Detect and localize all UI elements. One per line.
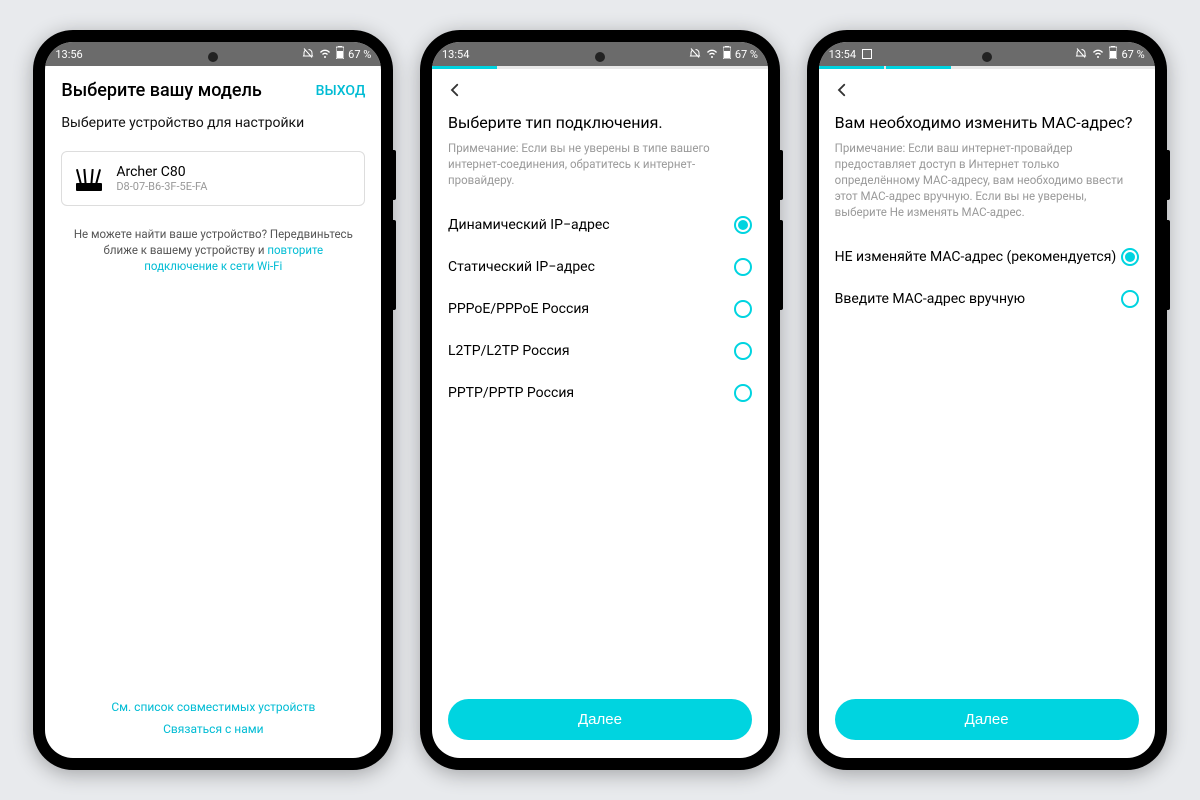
battery-percent: 67 % bbox=[348, 48, 371, 61]
radio-circle-icon bbox=[734, 384, 752, 402]
radio-label: Динамический IP−адрес bbox=[448, 217, 610, 233]
battery-icon bbox=[336, 46, 344, 62]
phone-mockup-2: 13:54 67 % bbox=[420, 30, 780, 770]
radio-option[interactable]: PPTP/PPTP Россия bbox=[448, 372, 752, 414]
alarm-off-icon bbox=[689, 47, 701, 62]
radio-label: PPPoE/PPPoE Россия bbox=[448, 301, 589, 317]
contact-us-link[interactable]: Связаться с нами bbox=[45, 718, 381, 740]
radio-circle-icon bbox=[734, 342, 752, 360]
compatible-devices-link[interactable]: См. список совместимых устройств bbox=[45, 696, 381, 718]
note-text: Примечание: Если вы не уверены в типе ва… bbox=[448, 140, 752, 188]
screen-select-model: 13:56 67 % Выберите вашу модель ВЫХОД Вы… bbox=[45, 42, 381, 758]
radio-option[interactable]: Статический IP−адрес bbox=[448, 246, 752, 288]
status-time: 13:54 bbox=[442, 48, 469, 61]
radio-option[interactable]: L2TP/L2TP Россия bbox=[448, 330, 752, 372]
radio-label: Введите MAC-адрес вручную bbox=[835, 291, 1025, 307]
radio-option[interactable]: PPPoE/PPPoE Россия bbox=[448, 288, 752, 330]
device-card[interactable]: Archer C80 D8-07-B6-3F-5E-FA bbox=[61, 151, 365, 206]
radio-label: L2TP/L2TP Россия bbox=[448, 343, 570, 359]
status-bar: 13:54 67 % bbox=[819, 42, 1155, 66]
alarm-off-icon bbox=[1075, 47, 1087, 62]
note-text: Примечание: Если ваш интернет-провайдер … bbox=[835, 140, 1139, 220]
radio-label: НЕ изменяйте MAC-адрес (рекомендуется) bbox=[835, 249, 1117, 265]
battery-icon bbox=[723, 46, 731, 62]
status-time: 13:56 bbox=[55, 48, 82, 61]
device-name: Archer C80 bbox=[116, 164, 207, 180]
device-mac: D8-07-B6-3F-5E-FA bbox=[116, 180, 207, 193]
router-icon bbox=[74, 167, 104, 191]
status-bar: 13:56 67 % bbox=[45, 42, 381, 66]
question-title: Выберите тип подключения. bbox=[448, 113, 752, 132]
question-title: Вам необходимо изменить MAC-адрес? bbox=[835, 113, 1139, 132]
radio-option[interactable]: Динамический IP−адрес bbox=[448, 204, 752, 246]
next-button[interactable]: Далее bbox=[448, 699, 752, 740]
radio-option[interactable]: Введите MAC-адрес вручную bbox=[835, 278, 1139, 320]
battery-percent: 67 % bbox=[735, 48, 758, 61]
radio-option[interactable]: НЕ изменяйте MAC-адрес (рекомендуется) bbox=[835, 236, 1139, 278]
page-title: Выберите вашу модель bbox=[61, 80, 261, 101]
battery-percent: 67 % bbox=[1121, 48, 1144, 61]
help-text: Не можете найти ваше устройство? Передви… bbox=[45, 214, 381, 274]
radio-circle-icon bbox=[1121, 290, 1139, 308]
radio-label: PPTP/PPTP Россия bbox=[448, 385, 574, 401]
status-bar: 13:54 67 % bbox=[432, 42, 768, 66]
radio-circle-icon bbox=[734, 216, 752, 234]
subtitle: Выберите устройство для настройки bbox=[45, 109, 381, 143]
alarm-off-icon bbox=[302, 47, 314, 62]
screen-mac-address: 13:54 67 % bbox=[819, 42, 1155, 758]
phone-mockup-1: 13:56 67 % Выберите вашу модель ВЫХОД Вы… bbox=[33, 30, 393, 770]
next-button[interactable]: Далее bbox=[835, 699, 1139, 740]
radio-label: Статический IP−адрес bbox=[448, 259, 595, 275]
wifi-icon bbox=[318, 47, 332, 62]
radio-circle-icon bbox=[734, 300, 752, 318]
battery-icon bbox=[1109, 46, 1117, 62]
phone-mockup-3: 13:54 67 % bbox=[807, 30, 1167, 770]
back-button[interactable] bbox=[833, 81, 851, 103]
app-icon bbox=[862, 49, 872, 59]
status-time: 13:54 bbox=[829, 48, 856, 61]
wifi-icon bbox=[705, 47, 719, 62]
screen-connection-type: 13:54 67 % bbox=[432, 42, 768, 758]
radio-list: НЕ изменяйте MAC-адрес (рекомендуется) Вв… bbox=[835, 236, 1139, 320]
back-button[interactable] bbox=[446, 81, 464, 103]
exit-button[interactable]: ВЫХОД bbox=[316, 83, 366, 99]
radio-circle-icon bbox=[734, 258, 752, 276]
wifi-icon bbox=[1091, 47, 1105, 62]
radio-list: Динамический IP−адрес Статический IP−адре… bbox=[448, 204, 752, 414]
radio-circle-icon bbox=[1121, 248, 1139, 266]
